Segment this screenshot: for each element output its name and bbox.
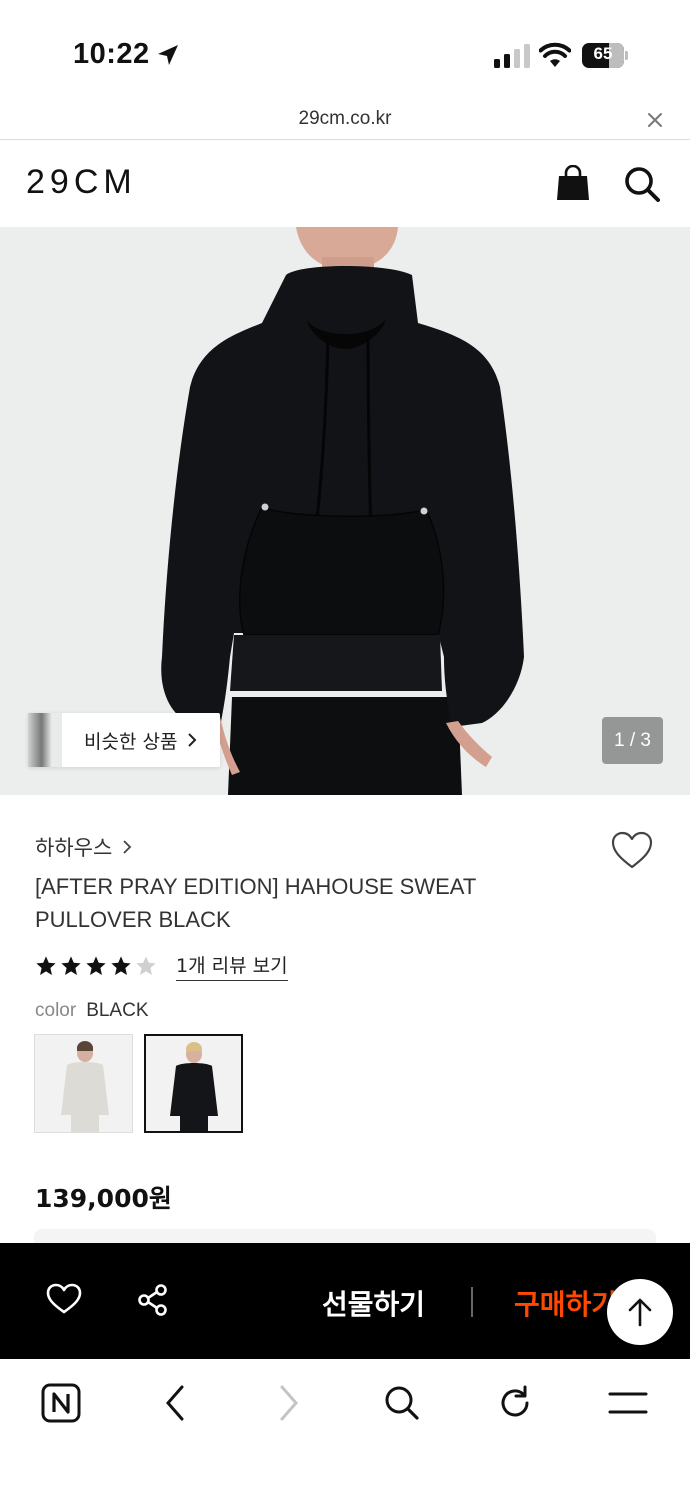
location-arrow-icon: [158, 45, 178, 65]
brand-name: 하하우스: [35, 836, 113, 860]
similar-product-thumbnail: [28, 713, 62, 767]
shopping-bag-icon[interactable]: [556, 165, 590, 201]
url-text[interactable]: 29cm.co.kr: [0, 108, 690, 130]
menu-button[interactable]: [606, 1381, 650, 1425]
star-filled-icon: [86, 956, 106, 975]
divider: [471, 1287, 473, 1317]
review-link[interactable]: 1개 리뷰 보기: [176, 951, 288, 981]
scroll-to-top-button[interactable]: [607, 1279, 673, 1345]
color-row: color BLACK: [35, 1000, 149, 1022]
color-option-image: [35, 1035, 132, 1132]
brand-link[interactable]: 하하우스: [35, 832, 132, 862]
naver-home-button[interactable]: [39, 1381, 83, 1425]
star-filled-icon: [111, 956, 131, 975]
refresh-button[interactable]: [493, 1381, 537, 1425]
chevron-right-icon: [188, 733, 197, 747]
search-icon: [385, 1386, 419, 1420]
back-button[interactable]: [153, 1381, 197, 1425]
product-photo: [0, 227, 690, 795]
product-price: 139,000원: [35, 1184, 172, 1213]
gift-button[interactable]: 선물하기: [322, 1283, 425, 1323]
browser-toolbar: [0, 1359, 690, 1500]
refresh-icon: [501, 1385, 529, 1417]
image-pager: 1 / 3: [602, 717, 663, 764]
search-icon[interactable]: [623, 165, 661, 203]
heart-icon[interactable]: [610, 830, 654, 870]
status-time: 10:22: [73, 38, 150, 70]
wifi-icon: [539, 42, 571, 67]
buy-button[interactable]: 구매하기: [514, 1283, 617, 1323]
color-label: color: [35, 1000, 77, 1021]
heart-icon[interactable]: [46, 1283, 82, 1315]
battery-icon: 65: [582, 43, 628, 68]
hamburger-menu-icon: [608, 1392, 648, 1414]
product-title: [AFTER PRAY EDITION] HAHOUSE SWEAT PULLO…: [35, 874, 476, 932]
color-value: BLACK: [86, 1000, 149, 1021]
forward-button[interactable]: [267, 1381, 311, 1425]
similar-products-button[interactable]: 비슷한 상품: [28, 713, 220, 767]
star-empty-icon: [136, 956, 156, 975]
product-image-carousel[interactable]: 비슷한 상품 1 / 3: [0, 227, 690, 795]
arrow-up-icon: [628, 1298, 652, 1327]
browser-url-bar[interactable]: 29cm.co.kr: [0, 100, 690, 140]
search-button[interactable]: [380, 1381, 424, 1425]
cellular-signal-icon: [494, 44, 530, 68]
color-option-light-gray[interactable]: [34, 1034, 133, 1133]
status-bar: 10:22 65: [0, 0, 690, 100]
chevron-right-icon: [280, 1385, 298, 1421]
naver-n-icon: [41, 1383, 81, 1423]
site-header: 29CM: [0, 141, 690, 227]
purchase-bar: 선물하기 구매하기: [0, 1243, 690, 1359]
color-option-image: [146, 1036, 241, 1131]
chevron-right-icon: [123, 840, 132, 854]
star-rating: [35, 955, 160, 977]
color-option-black[interactable]: [144, 1034, 243, 1133]
rating-row: 1개 리뷰 보기: [35, 951, 288, 981]
star-filled-icon: [61, 956, 81, 975]
star-filled-icon: [36, 956, 56, 975]
similar-products-label: 비슷한 상품: [84, 730, 178, 753]
share-icon[interactable]: [136, 1283, 170, 1317]
close-icon[interactable]: [645, 110, 665, 130]
site-logo[interactable]: 29CM: [26, 163, 137, 202]
battery-level: 65: [593, 44, 613, 63]
chevron-left-icon: [166, 1385, 184, 1421]
